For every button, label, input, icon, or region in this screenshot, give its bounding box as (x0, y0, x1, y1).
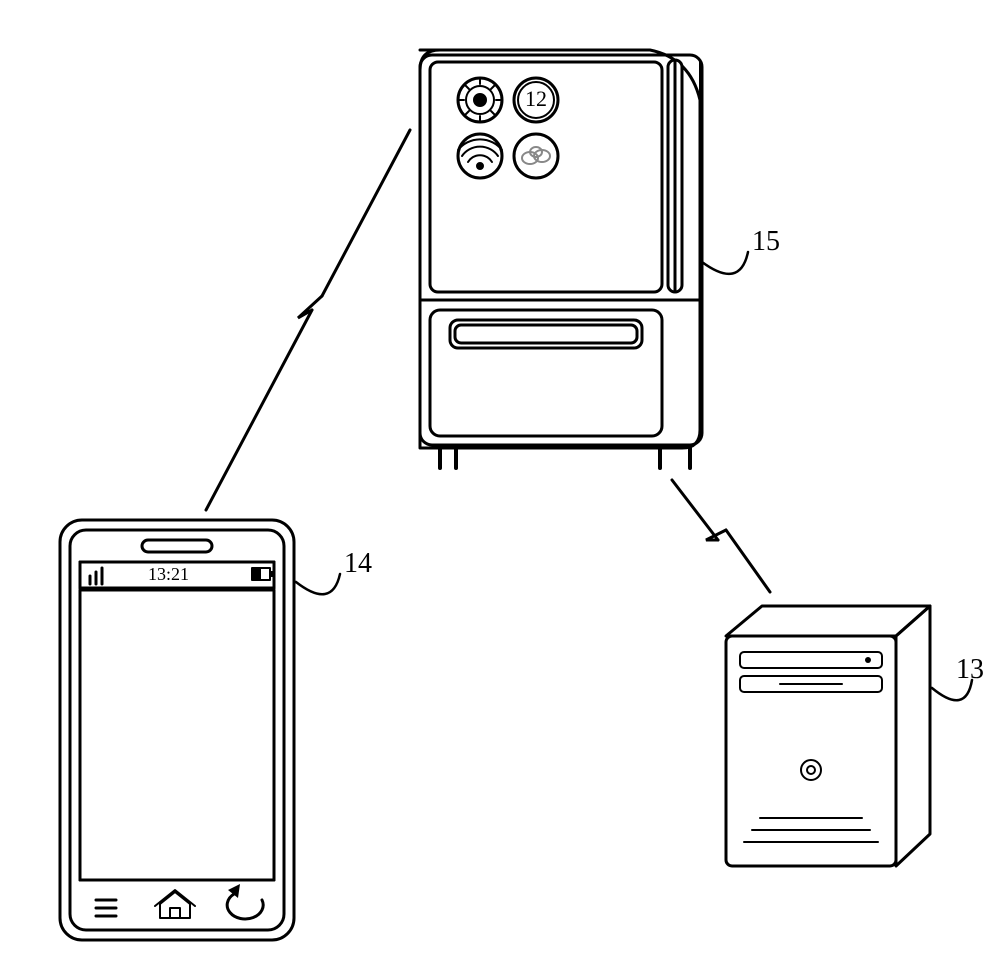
label-server: 13 (956, 654, 984, 686)
fridge (420, 50, 702, 468)
diagram-svg (0, 0, 1000, 956)
wireless-bolt-phone-fridge (206, 130, 410, 510)
phone-time: 13:21 (148, 564, 189, 585)
label-phone: 14 (344, 548, 372, 580)
home-icon (155, 890, 195, 918)
back-icon (227, 884, 263, 919)
menu-icon (96, 900, 116, 916)
label-fridge: 15 (752, 226, 780, 258)
fridge-magnet-number: 12 (524, 86, 548, 112)
wireless-bolt-fridge-server (672, 480, 770, 592)
diagram-stage: 15 14 13 13:21 12 (0, 0, 1000, 956)
server (726, 606, 930, 866)
